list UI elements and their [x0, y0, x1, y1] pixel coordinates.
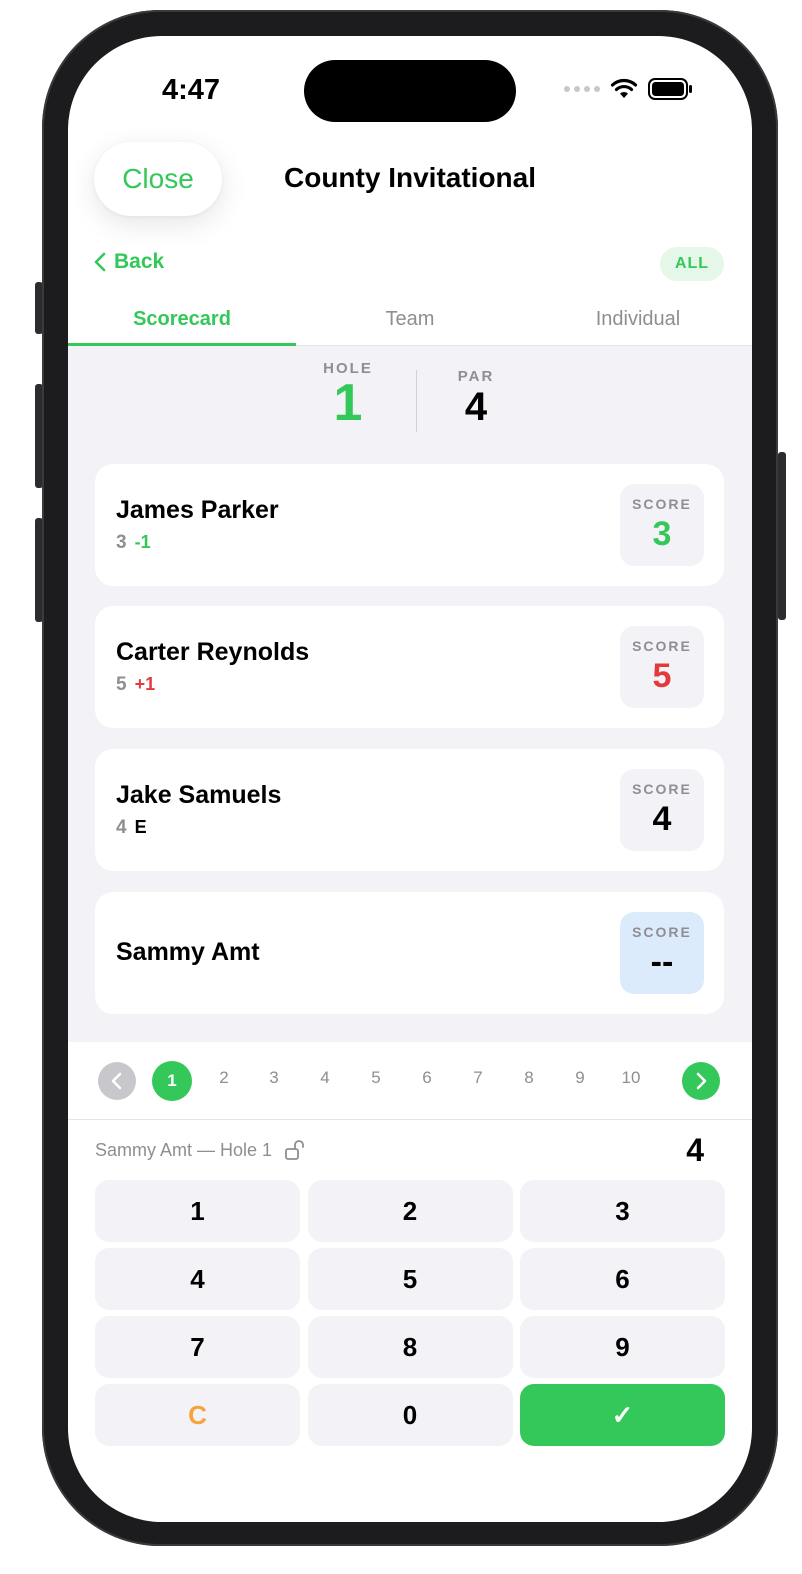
- hole-selector: 1 2 3 4 5 6 7 8 9 10: [68, 1042, 752, 1120]
- player-name: James Parker: [116, 496, 279, 524]
- next-hole-button[interactable]: [682, 1062, 720, 1100]
- hole-value: 1: [333, 374, 363, 432]
- player-name: Sammy Amt: [116, 938, 260, 966]
- player-summary: 3 -1: [116, 532, 151, 554]
- key-0[interactable]: 0: [307, 1384, 513, 1446]
- key-4[interactable]: 4: [95, 1248, 300, 1310]
- hole-button-10[interactable]: 10: [611, 1068, 651, 1088]
- previous-hole-button[interactable]: [98, 1062, 136, 1100]
- chevron-left-icon: [94, 252, 106, 272]
- tab-bar: Scorecard Team Individual: [68, 298, 752, 346]
- hole-button-6[interactable]: 6: [407, 1068, 447, 1088]
- battery-icon: [648, 78, 694, 100]
- power-button: [778, 452, 786, 620]
- key-7[interactable]: 7: [95, 1316, 300, 1378]
- key-6[interactable]: 6: [520, 1248, 725, 1310]
- player-card[interactable]: James Parker 3 -1 SCORE 3: [95, 464, 724, 586]
- score-label: SCORE: [632, 496, 692, 512]
- screen: 4:47 Close County Invitational Back ALL …: [68, 36, 752, 1522]
- score-value: 5: [652, 657, 672, 695]
- entry-context: Sammy Amt — Hole 1: [95, 1139, 306, 1161]
- hole-button-1[interactable]: 1: [152, 1061, 192, 1101]
- key-1[interactable]: 1: [95, 1180, 300, 1242]
- score-value: --: [650, 943, 674, 981]
- unlock-icon[interactable]: [284, 1139, 306, 1161]
- key-3[interactable]: 3: [520, 1180, 725, 1242]
- player-card[interactable]: Jake Samuels 4 E SCORE 4: [95, 749, 724, 871]
- hole-button-2[interactable]: 2: [204, 1068, 244, 1088]
- player-to-par: +1: [134, 674, 156, 694]
- tab-scorecard[interactable]: Scorecard: [68, 298, 296, 346]
- hole-button-7[interactable]: 7: [458, 1068, 498, 1088]
- divider: [416, 370, 417, 432]
- par-indicator: PAR 4: [438, 368, 514, 429]
- par-label: PAR: [457, 368, 495, 385]
- tab-team[interactable]: Team: [296, 298, 524, 345]
- player-summary: 5 +1: [116, 674, 155, 696]
- score-box-active[interactable]: SCORE --: [620, 912, 704, 994]
- status-time: 4:47: [162, 74, 221, 106]
- entry-label: Sammy Amt — Hole 1: [95, 1139, 273, 1160]
- cellular-signal-icon: [564, 86, 600, 92]
- score-label: SCORE: [632, 638, 692, 654]
- status-icons: [564, 78, 694, 100]
- chevron-right-icon: [696, 1072, 707, 1090]
- score-box[interactable]: SCORE 3: [620, 484, 704, 566]
- score-value: 3: [652, 515, 672, 553]
- filter-all-badge[interactable]: ALL: [660, 247, 724, 281]
- clear-button[interactable]: C: [95, 1384, 300, 1446]
- number-keypad: 1 2 3 4 5 6 7 8 9 C 0 ✓: [95, 1180, 725, 1446]
- score-label: SCORE: [632, 924, 692, 940]
- player-to-par: -1: [134, 532, 151, 552]
- tab-individual[interactable]: Individual: [524, 298, 752, 345]
- hole-par-header: HOLE 1 PAR 4: [68, 346, 752, 466]
- hole-button-9[interactable]: 9: [560, 1068, 600, 1088]
- key-9[interactable]: 9: [520, 1316, 725, 1378]
- player-strokes: 5: [116, 674, 127, 695]
- player-strokes: 4: [116, 817, 127, 838]
- par-value: 4: [464, 385, 488, 429]
- hole-indicator: HOLE 1: [308, 360, 388, 429]
- hole-button-5[interactable]: 5: [356, 1068, 396, 1088]
- score-value: 4: [652, 800, 672, 838]
- score-box[interactable]: SCORE 4: [620, 769, 704, 851]
- dynamic-island: [304, 60, 516, 122]
- player-card-active[interactable]: Sammy Amt SCORE --: [95, 892, 724, 1014]
- key-5[interactable]: 5: [307, 1248, 513, 1310]
- player-card[interactable]: Carter Reynolds 5 +1 SCORE 5: [95, 606, 724, 728]
- page-title: County Invitational: [284, 162, 536, 193]
- player-summary: 4 E: [116, 817, 147, 839]
- wifi-icon: [610, 78, 638, 100]
- scorecard-content: HOLE 1 PAR 4 James Parker 3 -1 SCORE 3 C…: [68, 346, 752, 1042]
- hole-button-8[interactable]: 8: [509, 1068, 549, 1088]
- score-label: SCORE: [632, 781, 692, 797]
- player-strokes: 3: [116, 532, 127, 553]
- hole-button-3[interactable]: 3: [254, 1068, 294, 1088]
- key-8[interactable]: 8: [307, 1316, 513, 1378]
- back-label: Back: [114, 250, 165, 273]
- key-2[interactable]: 2: [307, 1180, 513, 1242]
- score-box[interactable]: SCORE 5: [620, 626, 704, 708]
- player-to-par: E: [134, 817, 147, 837]
- entry-value: 4: [686, 1132, 704, 1168]
- chevron-left-icon: [111, 1072, 122, 1090]
- player-name: Carter Reynolds: [116, 638, 310, 666]
- player-name: Jake Samuels: [116, 781, 282, 809]
- confirm-checkmark-button[interactable]: ✓: [520, 1384, 725, 1446]
- back-button[interactable]: Back: [94, 250, 164, 274]
- hole-button-4[interactable]: 4: [305, 1068, 345, 1088]
